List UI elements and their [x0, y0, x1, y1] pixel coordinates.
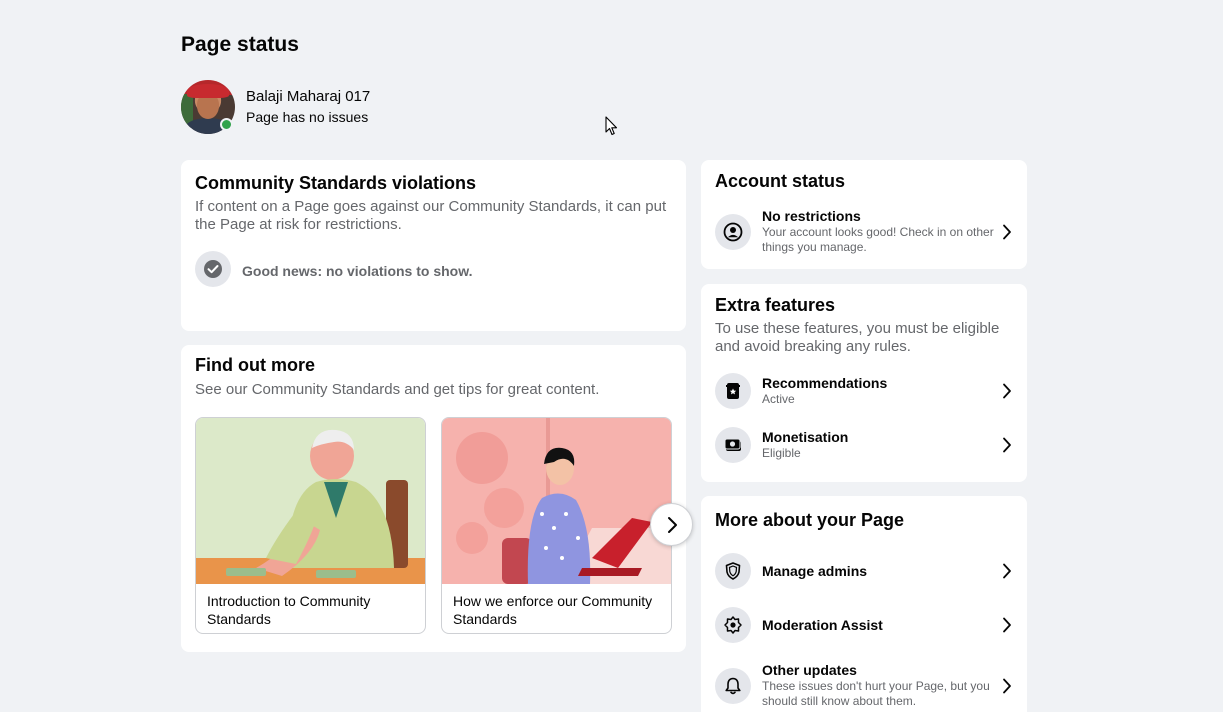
moderation-assist-label: Moderation Assist	[762, 616, 883, 633]
account-status-title: Account status	[715, 171, 846, 191]
recommendations-status: Active	[762, 392, 795, 406]
violations-status-text: Good news: no violations to show.	[242, 263, 473, 279]
monetisation-status: Eligible	[762, 446, 801, 460]
check-circle-icon	[195, 251, 231, 287]
tile-intro-community-standards[interactable]: Introduction to Community Standards	[195, 417, 426, 634]
shield-icon	[715, 553, 751, 589]
illustration-woman-laptop	[442, 418, 671, 584]
mouse-cursor-icon	[605, 116, 619, 141]
violations-card: Community Standards violations If conten…	[181, 160, 686, 331]
extra-features-title: Extra features	[715, 295, 836, 315]
manage-admins-row[interactable]: Manage admins	[715, 553, 1017, 589]
recommendations-row[interactable]: Recommendations Active	[715, 373, 1017, 409]
tile-how-we-enforce[interactable]: How we enforce our Community Standards	[441, 417, 672, 634]
page-title: Page status	[181, 33, 299, 56]
recommendations-icon	[715, 373, 751, 409]
no-restrictions-row[interactable]: No restrictions Your account looks good!…	[715, 208, 1017, 255]
chevron-right-icon	[997, 676, 1017, 696]
account-icon	[715, 213, 751, 250]
violations-description: If content on a Page goes against our Co…	[195, 198, 667, 233]
chevron-right-icon	[997, 381, 1017, 401]
chevron-right-icon	[997, 435, 1017, 455]
chevron-right-icon	[997, 222, 1017, 242]
chevron-right-icon	[997, 615, 1017, 635]
tile-caption: How we enforce our Community Standards	[453, 593, 653, 627]
monetisation-row[interactable]: Monetisation Eligible	[715, 427, 1017, 463]
find-more-title: Find out more	[195, 355, 315, 375]
no-restrictions-sub: Your account looks good! Check in on oth…	[762, 225, 994, 254]
find-out-more-card: Find out more See our Community Standard…	[181, 345, 693, 652]
violations-title: Community Standards violations	[195, 173, 477, 193]
monetisation-icon	[715, 427, 751, 463]
extra-features-card: Extra features To use these features, yo…	[701, 284, 1027, 482]
tile-caption: Introduction to Community Standards	[207, 593, 371, 627]
extra-features-description: To use these features, you must be eligi…	[715, 320, 1000, 355]
recommendations-label: Recommendations	[762, 375, 888, 391]
violations-status-row: Good news: no violations to show.	[195, 251, 472, 287]
profile-name[interactable]: Balaji Maharaj 017	[246, 87, 370, 107]
online-status-icon	[220, 118, 233, 131]
illustration-elderly-man	[196, 418, 425, 584]
manage-admins-label: Manage admins	[762, 562, 868, 579]
other-updates-label: Other updates	[762, 662, 857, 678]
chevron-right-icon	[997, 561, 1017, 581]
account-status-card: Account status No restrictions Your acco…	[701, 160, 1027, 269]
bell-icon	[715, 667, 751, 704]
moderation-gear-icon	[715, 607, 751, 643]
carousel-next-button[interactable]	[650, 503, 693, 546]
page-profile: Balaji Maharaj 017 Page has no issues	[181, 80, 370, 134]
profile-status: Page has no issues	[246, 109, 369, 125]
more-about-title: More about your Page	[715, 510, 905, 530]
find-more-description: See our Community Standards and get tips…	[195, 381, 600, 398]
no-restrictions-label: No restrictions	[762, 208, 861, 224]
more-about-page-card: More about your Page Manage admins Moder…	[701, 496, 1027, 712]
chevron-right-icon	[667, 516, 677, 533]
other-updates-sub: These issues don't hurt your Page, but y…	[762, 679, 990, 708]
monetisation-label: Monetisation	[762, 429, 849, 445]
other-updates-row[interactable]: Other updates These issues don't hurt yo…	[715, 662, 1017, 709]
moderation-assist-row[interactable]: Moderation Assist	[715, 607, 1017, 643]
